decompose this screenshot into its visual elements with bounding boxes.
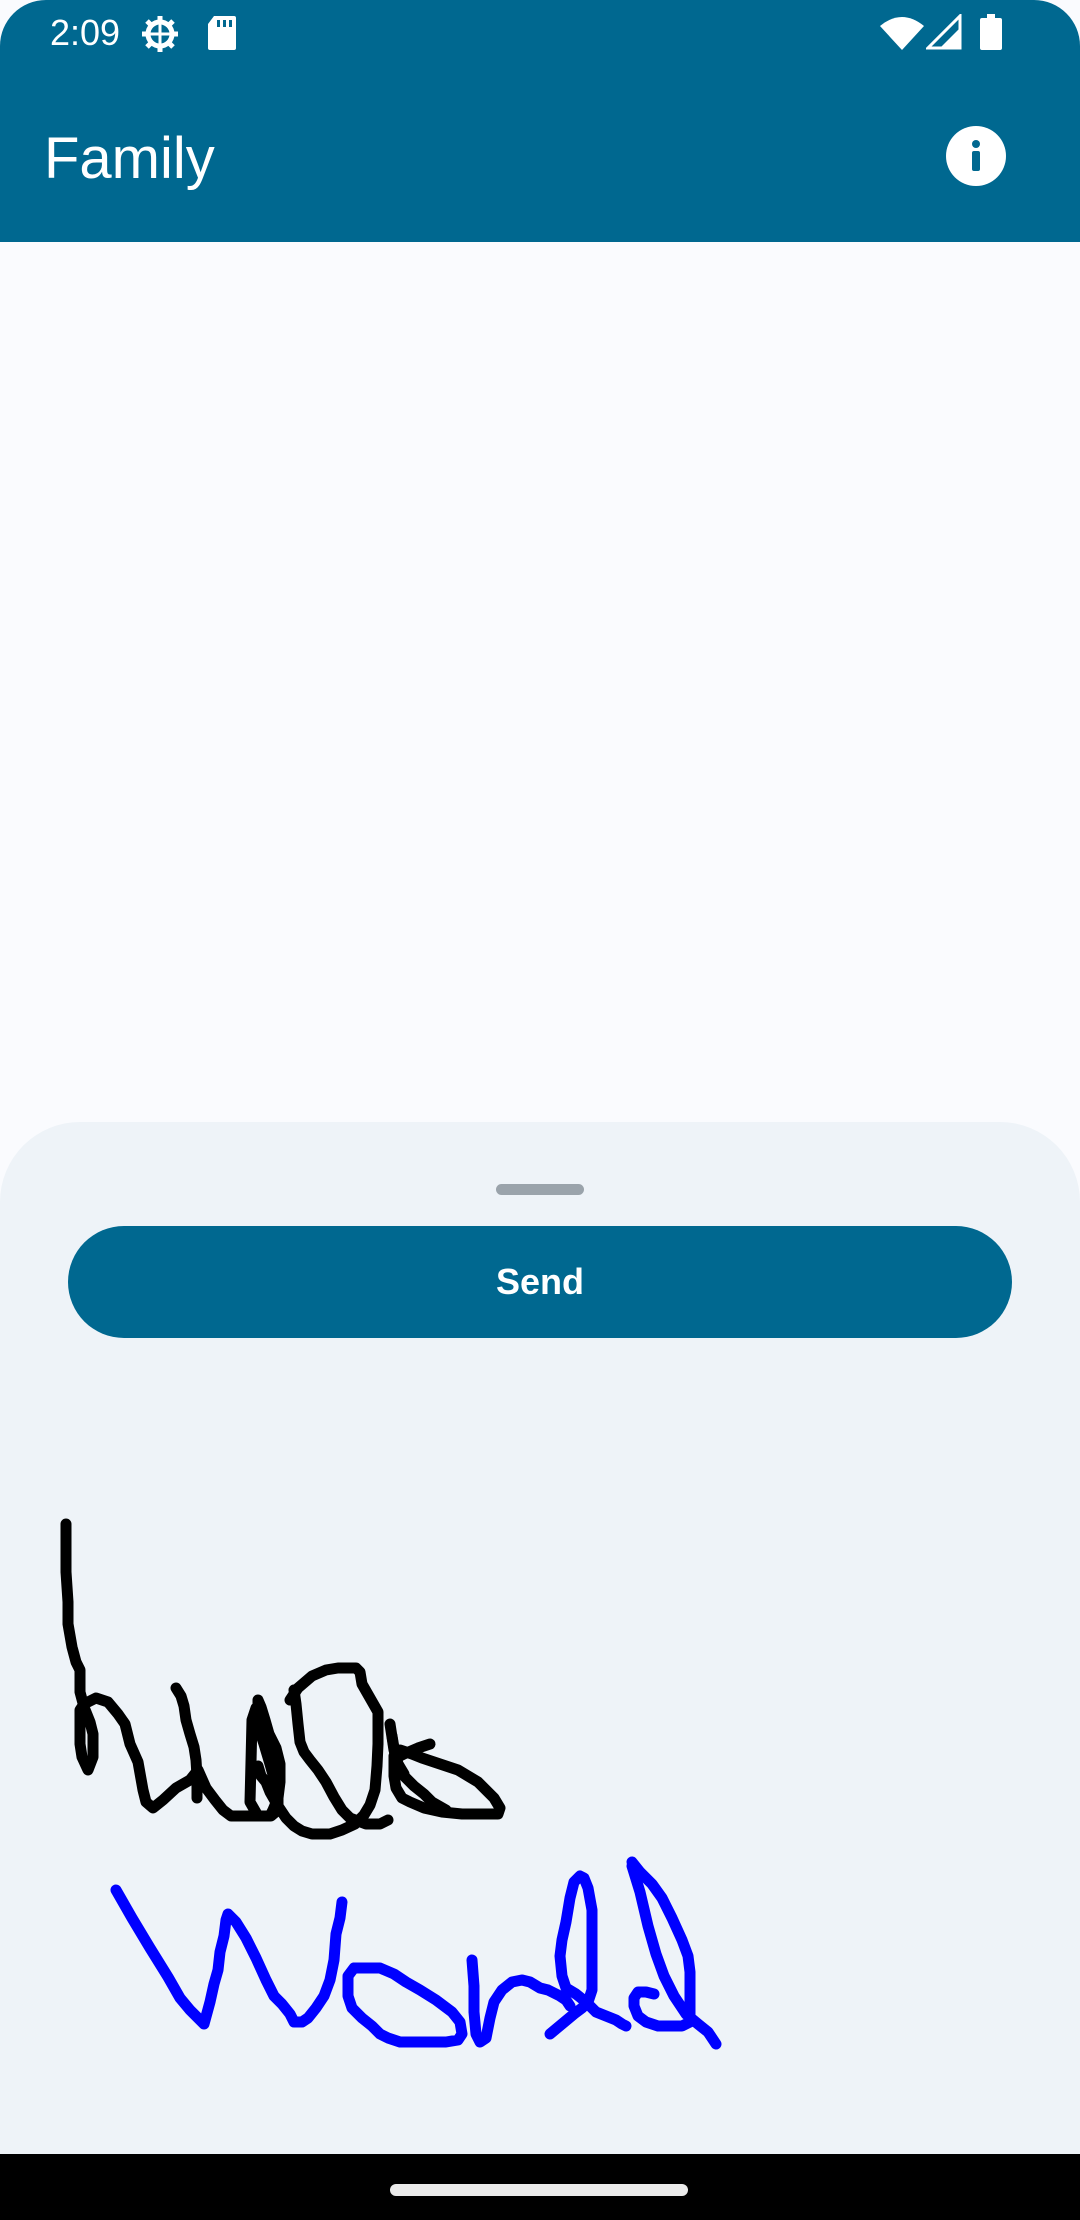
battery-icon — [980, 14, 1002, 50]
sd-card-icon — [208, 16, 236, 50]
status-time: 2:09 — [50, 12, 121, 53]
page-title: Family — [44, 126, 215, 191]
message-area — [0, 242, 1080, 1122]
gear-icon — [140, 14, 180, 54]
drag-handle[interactable] — [496, 1184, 584, 1195]
home-indicator[interactable] — [390, 2184, 688, 2196]
ink-stroke-hello — [60, 1518, 506, 1840]
drawing-canvas[interactable] — [0, 1362, 1080, 2154]
info-button[interactable] — [946, 126, 1006, 186]
cell-signal-icon — [924, 12, 962, 50]
wifi-icon — [880, 16, 924, 50]
ink-stroke-world — [110, 1856, 722, 2050]
app-bar: Family — [0, 66, 1080, 242]
navigation-bar — [0, 2154, 1080, 2220]
bottom-sheet: Send — [0, 1122, 1080, 2154]
info-icon — [972, 140, 980, 171]
status-bar: 2:09 — [0, 0, 1080, 66]
send-button[interactable]: Send — [68, 1226, 1012, 1338]
